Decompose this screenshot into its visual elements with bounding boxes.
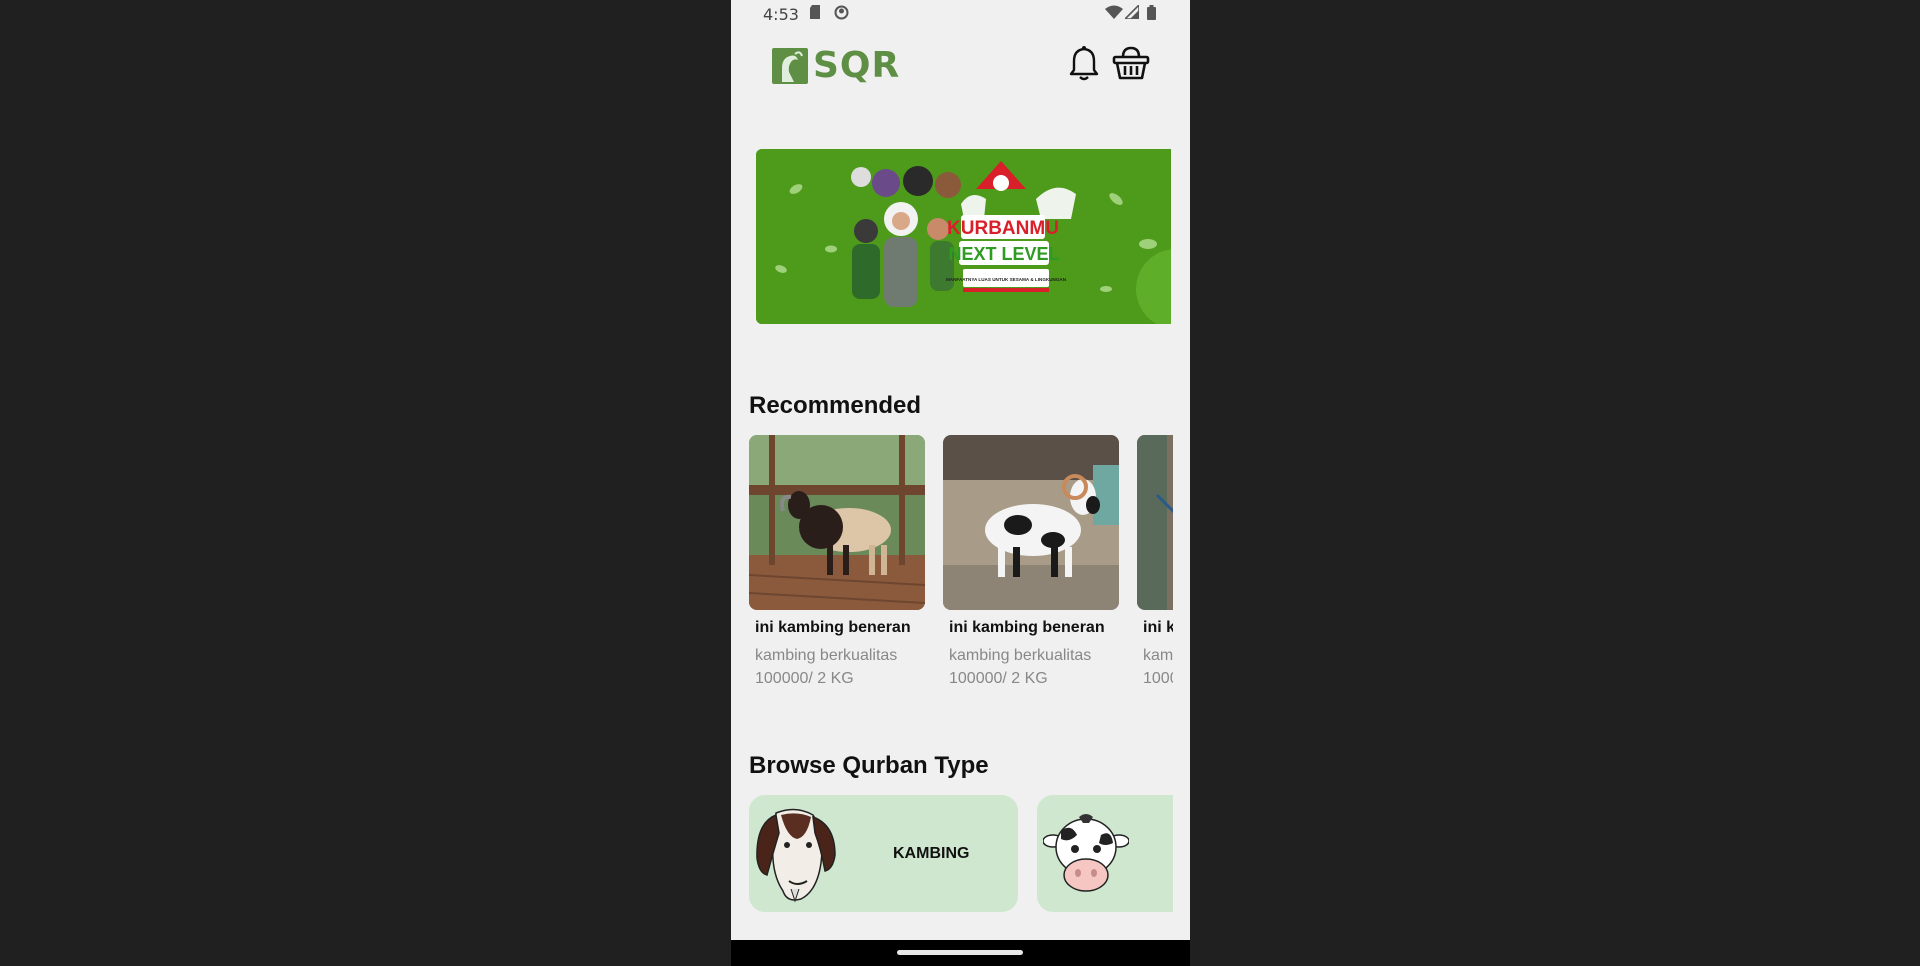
recommended-list: ini kambing beneran kambing berkualitas … bbox=[749, 435, 1173, 695]
notification-bell-icon[interactable] bbox=[1068, 46, 1100, 82]
product-price: 100000/ 2 KG bbox=[1143, 670, 1173, 687]
product-price: 100000/ 2 KG bbox=[949, 670, 1048, 687]
product-image bbox=[1137, 435, 1173, 610]
product-image bbox=[943, 435, 1119, 610]
sd-card-icon bbox=[810, 5, 820, 19]
product-card[interactable]: ini kambing beneran kambing berkualitas … bbox=[943, 435, 1119, 687]
product-name: ini kambing beneran bbox=[949, 619, 1105, 636]
product-description: kambing berkualitas bbox=[1143, 647, 1173, 664]
product-card[interactable]: ini kambing beneran kambing berkualitas … bbox=[1137, 435, 1173, 687]
app-bar: SQR bbox=[731, 40, 1190, 96]
browse-title: Browse Qurban Type bbox=[749, 752, 989, 779]
goat-logo-icon bbox=[772, 48, 808, 84]
cell-signal-icon bbox=[1125, 5, 1139, 19]
recommended-title: Recommended bbox=[749, 392, 922, 419]
qurban-type-list: KAMBING bbox=[749, 795, 1173, 912]
banner-title-line2: NEXT LEVEL bbox=[948, 244, 1059, 264]
product-image bbox=[749, 435, 925, 610]
cow-icon bbox=[1043, 814, 1129, 892]
battery-icon bbox=[1147, 5, 1156, 20]
basket-cart-icon[interactable] bbox=[1112, 45, 1150, 81]
system-nav-bar bbox=[731, 940, 1190, 966]
type-label: KAMBING bbox=[893, 845, 970, 862]
type-card-sapi[interactable] bbox=[1037, 795, 1173, 912]
home-gesture-handle[interactable] bbox=[897, 950, 1023, 955]
product-price: 100000/ 2 KG bbox=[755, 670, 854, 687]
product-description: kambing berkualitas bbox=[949, 647, 1092, 664]
sqr-logo: SQR bbox=[772, 48, 900, 84]
status-time: 4:53 bbox=[763, 5, 799, 24]
goat-icon bbox=[756, 808, 836, 903]
type-card-kambing[interactable]: KAMBING bbox=[749, 795, 1018, 912]
product-name: ini kambing beneran bbox=[755, 619, 911, 636]
phone-screen: 4:53 SQR KURBANMU NEXT LEVEL MANFAATNYA … bbox=[731, 0, 1190, 966]
status-bar: 4:53 bbox=[731, 0, 1190, 26]
vpn-icon bbox=[834, 5, 849, 20]
wifi-icon bbox=[1105, 5, 1123, 19]
product-name: ini kambing beneran bbox=[1143, 619, 1173, 636]
product-description: kambing berkualitas bbox=[755, 647, 898, 664]
logo-text: SQR bbox=[813, 45, 901, 86]
promo-banner[interactable]: KURBANMU NEXT LEVEL MANFAATNYA LUAS UNTU… bbox=[756, 149, 1171, 324]
product-card[interactable]: ini kambing beneran kambing berkualitas … bbox=[749, 435, 925, 687]
banner-subtitle: MANFAATNYA LUAS UNTUK SESAMA & LINGKUNGA… bbox=[946, 277, 1067, 282]
banner-title-line1: KURBANMU bbox=[947, 218, 1059, 239]
